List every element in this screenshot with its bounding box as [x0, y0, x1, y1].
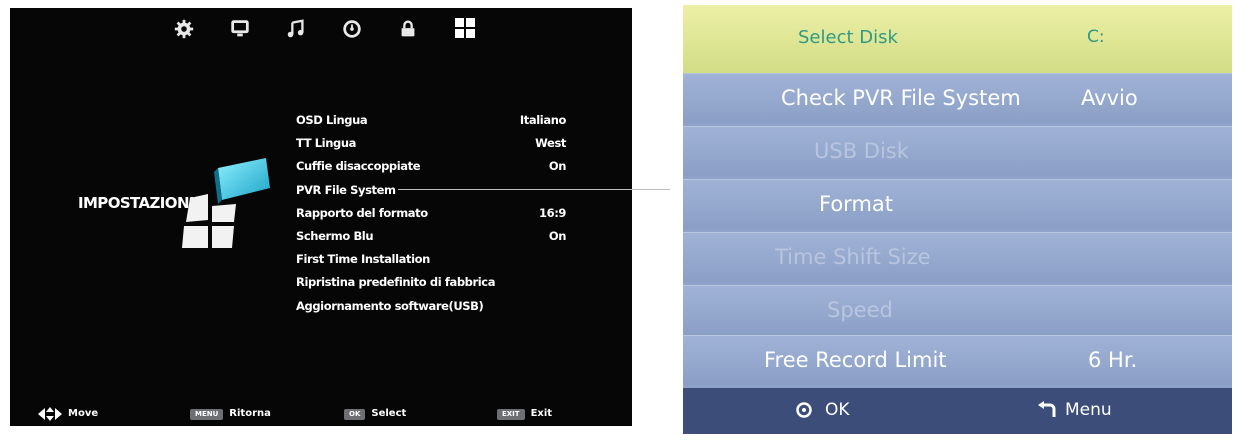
pvr-option-row: USB Disk: [683, 126, 1232, 176]
footer-return-label: Ritorna: [229, 408, 271, 419]
footer-menu-label: Menu: [1065, 400, 1112, 420]
settings-menu-item-value: 16:9: [538, 205, 566, 220]
section-title: IMPOSTAZIONI: [78, 194, 194, 212]
footer-exit[interactable]: EXIT Exit: [497, 406, 552, 422]
pvr-option-value: 6 Hr.: [1088, 348, 1138, 372]
settings-menu-item[interactable]: Ripristina predefinito di fabbrica: [296, 271, 566, 294]
select-disk-row[interactable]: Select Disk C:: [683, 5, 1232, 73]
callout-line: [398, 189, 670, 191]
select-disk-label: Select Disk: [798, 27, 898, 48]
settings-menu-item[interactable]: First Time Installation: [296, 248, 566, 271]
settings-menu-item-label: TT Lingua: [296, 136, 356, 151]
settings-menu-item-value: On: [548, 159, 567, 174]
grid-icon[interactable]: [452, 16, 478, 40]
settings-menu-item-value: On: [548, 228, 567, 243]
pvr-option-label: Speed: [827, 298, 893, 322]
settings-menu-item-value: West: [535, 136, 566, 151]
monitor-icon[interactable]: [228, 18, 252, 40]
settings-menu-item-label: OSD Lingua: [296, 113, 368, 127]
settings-menu-item-label: PVR File System: [296, 182, 396, 197]
pvr-option-row: Time Shift Size: [683, 232, 1232, 282]
top-icon-bar: [170, 16, 530, 42]
pvr-footer-bar: OK Menu: [683, 388, 1232, 434]
settings-menu-item[interactable]: Cuffie disaccoppiate On: [296, 155, 566, 178]
pvr-file-system-screen: Select Disk C: Check PVR File System Avvi…: [683, 5, 1232, 434]
footer-menu[interactable]: Menu: [1037, 400, 1112, 420]
return-arrow-icon: [1038, 401, 1056, 417]
tv-footer-bar: Move MENU Ritorna OK Select EXIT Exit: [10, 402, 632, 426]
select-disk-value: C:: [1087, 27, 1105, 47]
footer-move: Move: [38, 406, 98, 422]
pvr-option-label: Time Shift Size: [775, 245, 931, 269]
settings-menu-item-label: Aggiornamento software(USB): [296, 298, 484, 313]
pvr-option-row: Speed: [683, 285, 1232, 335]
ok-key-icon: OK: [344, 408, 366, 420]
footer-ok[interactable]: OK: [795, 400, 850, 420]
settings-menu-item-label: First Time Installation: [296, 252, 430, 267]
pvr-option-label: Format: [819, 192, 894, 216]
clock-icon[interactable]: [340, 18, 364, 40]
settings-menu-item-label: Ripristina predefinito di fabbrica: [296, 275, 496, 290]
pvr-option-row[interactable]: Free Record Limit 6 Hr.: [683, 335, 1232, 385]
pvr-option-row[interactable]: Format: [683, 179, 1232, 229]
settings-menu-item-label: Rapporto del formato: [296, 205, 428, 220]
menu-key-icon: MENU: [190, 408, 224, 420]
settings-gear-icon[interactable]: [172, 18, 196, 40]
settings-logo-icon: [182, 158, 270, 248]
music-note-icon[interactable]: [284, 18, 308, 40]
footer-ok-label: OK: [825, 400, 850, 420]
pvr-option-row[interactable]: Check PVR File System Avvio: [683, 73, 1232, 123]
settings-menu-list: OSD Lingua Italiano TT Lingua West Cuffie di…: [296, 109, 566, 318]
navigation-arrows-icon: [38, 407, 62, 421]
pvr-option-label: USB Disk: [814, 139, 909, 163]
footer-exit-label: Exit: [530, 408, 553, 419]
settings-menu-item[interactable]: OSD Lingua Italiano: [296, 109, 566, 132]
footer-return[interactable]: MENU Ritorna: [190, 406, 271, 422]
settings-menu-item-value: Italiano: [519, 113, 566, 127]
footer-move-label: Move: [68, 408, 99, 419]
settings-menu-item[interactable]: Schermo Blu On: [296, 225, 566, 248]
pvr-option-value: Avvio: [1081, 86, 1138, 110]
settings-menu-item[interactable]: Aggiornamento software(USB): [296, 295, 566, 318]
exit-key-icon: EXIT: [497, 408, 525, 420]
lock-icon[interactable]: [396, 18, 420, 40]
settings-menu-item[interactable]: Rapporto del formato 16:9: [296, 202, 566, 225]
tv-settings-screen: IMPOSTAZIONI OSD Lingua Italiano TT Lingua…: [10, 8, 632, 426]
pvr-option-label: Check PVR File System: [781, 86, 1021, 110]
pvr-option-label: Free Record Limit: [764, 348, 947, 372]
settings-menu-item-label: Cuffie disaccoppiate: [296, 159, 421, 174]
ok-circle-icon: [796, 402, 812, 418]
settings-menu-item-label: Schermo Blu: [296, 228, 374, 243]
footer-select[interactable]: OK Select: [344, 406, 406, 422]
settings-menu-item[interactable]: TT Lingua West: [296, 132, 566, 155]
footer-select-label: Select: [371, 408, 407, 419]
